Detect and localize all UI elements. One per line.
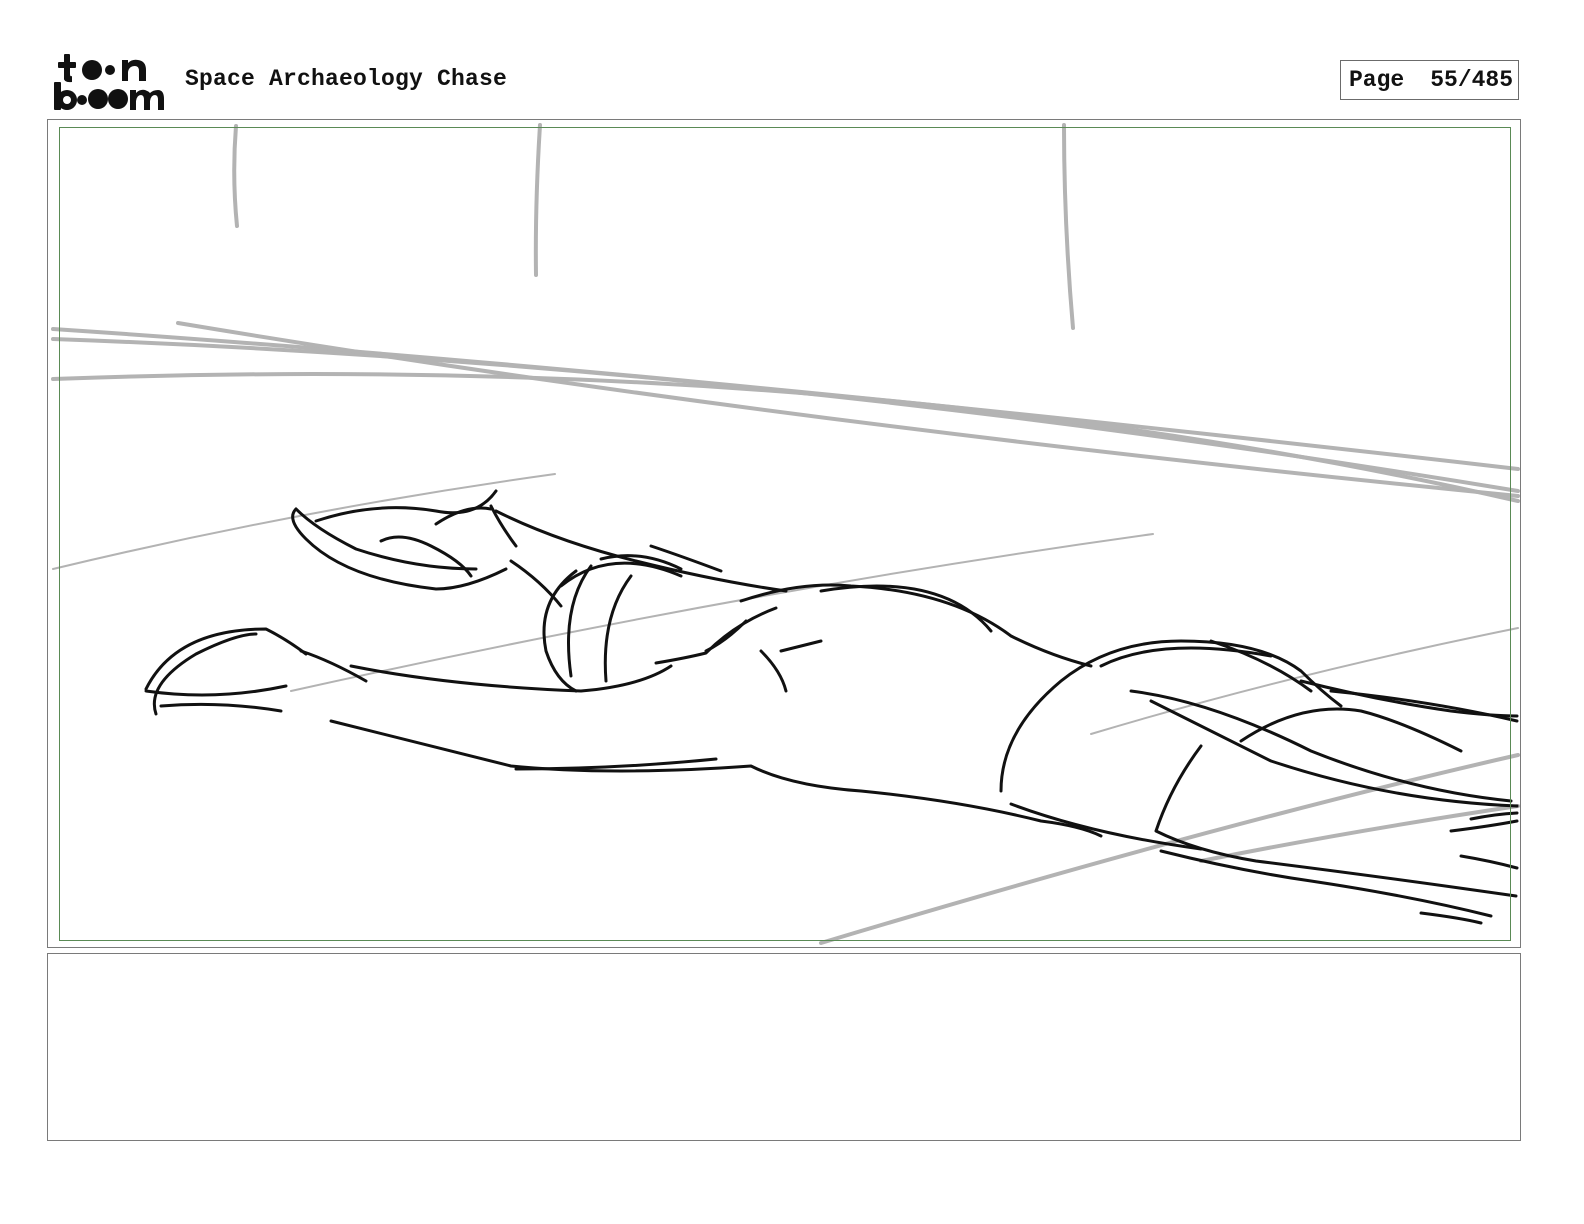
panel-notes-area <box>47 953 1521 1141</box>
project-title: Space Archaeology Chase <box>185 66 508 92</box>
storyboard-sketch <box>51 123 1520 945</box>
page-indicator: Page 55/485 <box>1340 60 1519 100</box>
page-label: Page <box>1349 67 1405 93</box>
storyboard-panel <box>47 119 1521 948</box>
page-number: 55/485 <box>1430 67 1514 93</box>
toon-boom-logo <box>54 54 164 110</box>
